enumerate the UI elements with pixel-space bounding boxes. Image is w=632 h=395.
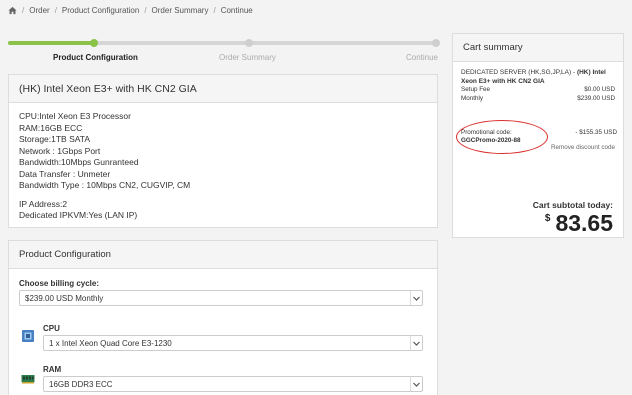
spec-line: IP Address:2 bbox=[19, 198, 68, 209]
breadcrumb-separator: / bbox=[144, 6, 147, 15]
billing-cycle-select[interactable]: $239.00 USD Monthly bbox=[19, 290, 423, 306]
ram-label: RAM bbox=[43, 365, 62, 374]
billing-cycle-label: Choose billing cycle: bbox=[19, 279, 100, 288]
config-title: Product Configuration bbox=[9, 241, 437, 269]
spec-line: Bandwidth Type : 10Mbps CN2, CUGVIP, CM bbox=[19, 180, 191, 190]
chevron-down-icon bbox=[410, 336, 422, 350]
monthly-row: Monthly $239.00 USD bbox=[461, 95, 615, 104]
cart-summary-panel: Cart summary DEDICATED SERVER (HK,SG,JP,… bbox=[452, 33, 624, 238]
spec-line: Network : 1Gbps Port bbox=[19, 145, 101, 156]
remove-discount-link[interactable]: Remove discount code bbox=[551, 144, 615, 151]
spec-line: CPU:Intel Xeon E3 Processor bbox=[19, 111, 131, 121]
subtotal-label: Cart subtotal today: bbox=[532, 200, 613, 210]
promo-discount-value: - $155.35 USD bbox=[575, 129, 617, 136]
product-specs: CPU:Intel Xeon E3 Processor RAM:16GB ECC… bbox=[9, 103, 437, 230]
step-product-configuration[interactable]: Product Configuration bbox=[53, 53, 138, 62]
subtotal: $ 83.65 bbox=[545, 210, 613, 236]
step-dot-continue bbox=[432, 39, 440, 47]
ram-select[interactable]: 16GB DDR3 ECC bbox=[43, 376, 423, 392]
subtotal-currency: $ bbox=[544, 213, 551, 224]
spec-line: RAM:16GB ECC bbox=[19, 122, 83, 133]
order-steps: Product Configuration Order Summary Cont… bbox=[8, 37, 440, 67]
cpu-icon bbox=[22, 330, 34, 342]
chevron-down-icon bbox=[410, 291, 422, 305]
breadcrumb-separator: / bbox=[22, 6, 25, 15]
spec-gap bbox=[19, 192, 427, 199]
breadcrumb-order-summary[interactable]: Order Summary bbox=[152, 6, 209, 15]
setup-fee-value: $0.00 USD bbox=[584, 86, 615, 93]
step-continue: Continue bbox=[405, 53, 438, 62]
breadcrumb: / Order / Product Configuration / Order … bbox=[8, 6, 253, 15]
step-order-summary: Order Summary bbox=[219, 53, 276, 62]
cpu-value: 1 x Intel Xeon Quad Core E3-1230 bbox=[49, 338, 172, 348]
monthly-label: Monthly bbox=[461, 94, 484, 102]
cpu-select[interactable]: 1 x Intel Xeon Quad Core E3-1230 bbox=[43, 335, 423, 351]
setup-fee-label: Setup Fee bbox=[461, 86, 491, 93]
cart-body: DEDICATED SERVER (HK,SG,JP,LA) - (HK) In… bbox=[453, 62, 623, 110]
breadcrumb-product-configuration[interactable]: Product Configuration bbox=[62, 6, 139, 15]
subtotal-amount: 83.65 bbox=[555, 210, 613, 236]
chevron-down-icon bbox=[410, 377, 422, 391]
home-icon[interactable] bbox=[8, 6, 17, 15]
cpu-label: CPU bbox=[43, 324, 60, 333]
cart-product-group: DEDICATED SERVER (HK,SG,JP,LA) - bbox=[461, 69, 577, 76]
spec-line: Data Transfer : Unmeter bbox=[19, 168, 111, 179]
ram-value: 16GB DDR3 ECC bbox=[49, 379, 113, 389]
steps-progress-fill bbox=[8, 41, 94, 45]
product-panel: (HK) Intel Xeon E3+ with HK CN2 GIA CPU:… bbox=[8, 74, 438, 228]
billing-cycle-value: $239.00 USD Monthly bbox=[25, 293, 104, 303]
spec-line: Bandwidth:10Mbps Gunranteed bbox=[19, 157, 139, 167]
spec-line: Dedicated IPKVM:Yes (LAN IP) bbox=[19, 210, 138, 220]
breadcrumb-separator: / bbox=[54, 6, 57, 15]
step-dot-order-summary bbox=[245, 39, 253, 47]
breadcrumb-continue: Continue bbox=[220, 6, 253, 15]
config-panel: Product Configuration Choose billing cyc… bbox=[8, 240, 438, 395]
product-title: (HK) Intel Xeon E3+ with HK CN2 GIA bbox=[9, 75, 437, 103]
promo-highlight-annotation bbox=[456, 120, 548, 154]
breadcrumb-separator: / bbox=[213, 6, 216, 15]
monthly-value: $239.00 USD bbox=[577, 94, 615, 102]
setup-fee-row: Setup Fee $0.00 USD bbox=[461, 86, 615, 95]
cart-product: DEDICATED SERVER (HK,SG,JP,LA) - (HK) In… bbox=[461, 69, 615, 86]
breadcrumb-order[interactable]: Order bbox=[29, 6, 49, 15]
step-dot-product-configuration bbox=[90, 39, 98, 47]
spec-line: Storage:1TB SATA bbox=[19, 134, 91, 144]
ram-icon bbox=[21, 375, 35, 384]
cart-title: Cart summary bbox=[453, 34, 623, 62]
